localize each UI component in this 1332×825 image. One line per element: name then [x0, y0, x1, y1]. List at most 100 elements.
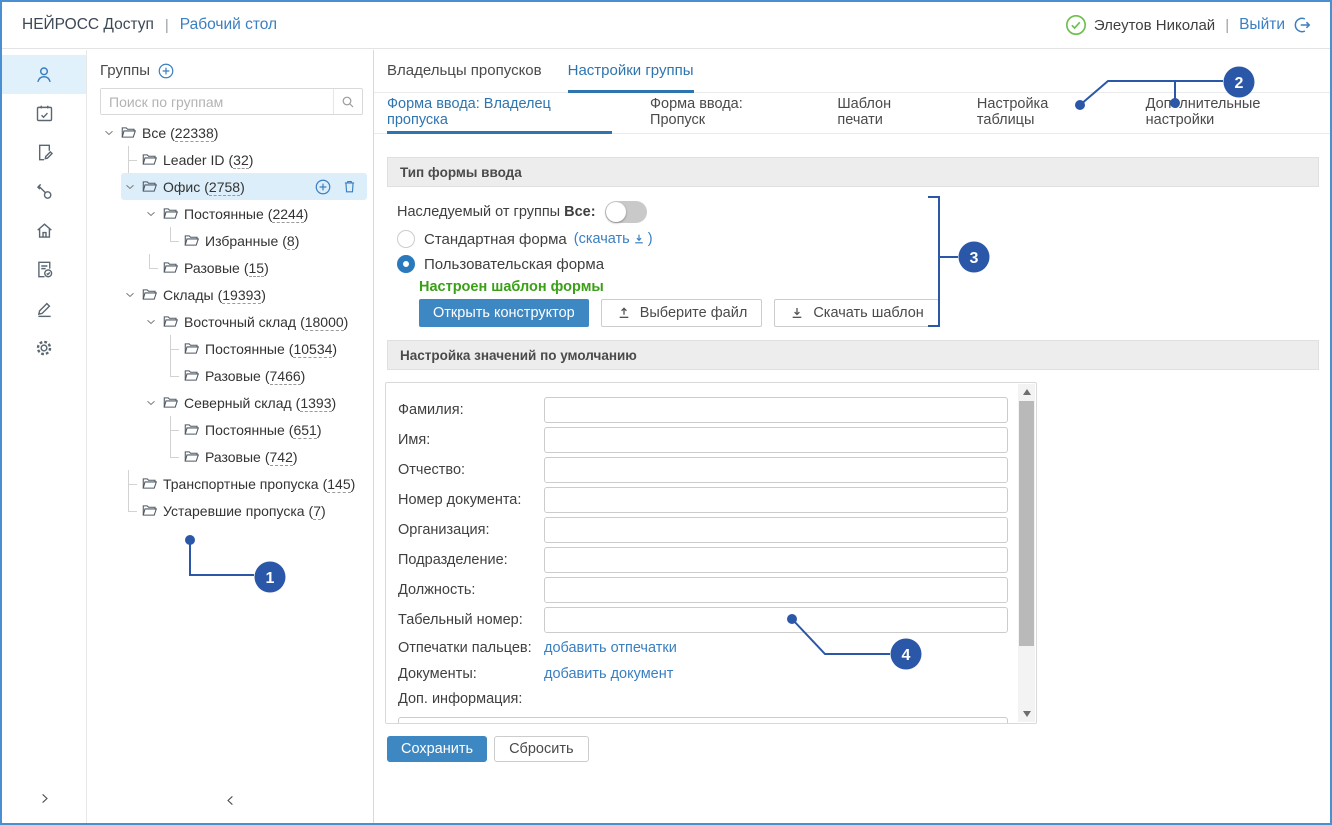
search-icon[interactable]	[333, 89, 362, 114]
scrollbar-thumb[interactable]	[1019, 401, 1034, 646]
tree-item-9[interactable]: Разовые(7466)	[163, 362, 373, 389]
subtab-0[interactable]: Форма ввода: Владелец пропуска	[387, 93, 612, 134]
group-search-input[interactable]	[101, 89, 333, 114]
sidebar-item-key[interactable]	[2, 172, 86, 211]
chevron-down-icon[interactable]	[124, 289, 136, 301]
tree-connector	[165, 227, 179, 254]
groups-tree: Все(22338)Leader ID(32)Офис(2758)Постоян…	[88, 119, 373, 524]
tree-item-6[interactable]: Склады(19393)	[121, 281, 373, 308]
subtab-2[interactable]: Шаблон печати	[837, 93, 939, 134]
calendar-icon	[34, 103, 55, 124]
form-type-body: Наследуемый от группы Все: Стандартная ф…	[397, 200, 1330, 327]
sidebar-item-signature[interactable]	[2, 289, 86, 328]
default-field-input-0[interactable]	[544, 397, 1008, 423]
inherit-toggle[interactable]	[605, 201, 647, 223]
subtab-3[interactable]: Настройка таблицы	[977, 93, 1108, 134]
folder-open-icon	[141, 151, 158, 168]
group-count: (2244)	[268, 206, 309, 222]
default-field-row: Отпечатки пальцев:добавить отпечатки	[386, 635, 1036, 661]
standard-form-label: Стандартная форма	[424, 231, 567, 248]
sidebar-item-document-check[interactable]	[2, 250, 86, 289]
workspace-link[interactable]: Рабочий стол	[180, 16, 277, 34]
header-separator: |	[165, 17, 169, 34]
group-count: (8)	[282, 233, 299, 249]
tree-connector	[165, 335, 179, 362]
group-label: Разовые	[184, 260, 240, 276]
chevron-down-icon[interactable]	[145, 208, 157, 220]
scroll-up-button[interactable]	[1018, 384, 1035, 400]
default-field-row: Должность:	[386, 575, 1036, 605]
template-status: Настроен шаблон формы	[419, 279, 1330, 295]
add-group-icon[interactable]	[157, 62, 175, 80]
add-subgroup-icon[interactable]	[314, 178, 332, 196]
tree-item-10[interactable]: Северный склад(1393)	[142, 389, 373, 416]
tree-connector	[123, 497, 137, 524]
panel-collapse-button[interactable]	[88, 793, 373, 813]
delete-group-icon[interactable]	[341, 178, 358, 195]
tree-item-7[interactable]: Восточный склад(18000)	[142, 308, 373, 335]
default-field-input-4[interactable]	[544, 517, 1008, 543]
chevron-down-icon[interactable]	[103, 127, 115, 139]
default-field-input-5[interactable]	[544, 547, 1008, 573]
download-standard-link[interactable]: (скачать)	[574, 231, 653, 247]
default-field-input-6[interactable]	[544, 577, 1008, 603]
choose-file-button[interactable]: Выберите файл	[601, 299, 763, 327]
default-field-input-3[interactable]	[544, 487, 1008, 513]
tree-connector	[123, 146, 137, 173]
tree-item-2[interactable]: Офис(2758)	[121, 173, 367, 200]
status-check-icon	[1065, 14, 1087, 36]
tree-item-3[interactable]: Постоянные(2244)	[142, 200, 373, 227]
triangle-down-icon	[1023, 711, 1031, 717]
sidebar-item-settings[interactable]	[2, 328, 86, 367]
add-document-link[interactable]: добавить документ	[544, 666, 673, 682]
home-icon	[34, 220, 55, 241]
default-field-input-7[interactable]	[544, 607, 1008, 633]
download-icon	[632, 232, 646, 246]
download-template-button[interactable]: Скачать шаблон	[774, 299, 938, 327]
custom-form-option[interactable]: Пользовательская форма	[397, 253, 1330, 275]
chevron-down-icon[interactable]	[145, 316, 157, 328]
standard-form-option[interactable]: Стандартная форма (скачать)	[397, 228, 1330, 250]
tab-1[interactable]: Настройки группы	[568, 50, 694, 93]
logout-icon[interactable]	[1292, 15, 1312, 35]
form-type-buttons: Открыть конструктор Выберите файл Скачать …	[419, 299, 1330, 327]
sidebar-item-home[interactable]	[2, 211, 86, 250]
reset-button[interactable]: Сбросить	[494, 736, 588, 762]
tree-item-11[interactable]: Постоянные(651)	[163, 416, 373, 443]
tree-item-5[interactable]: Разовые(15)	[142, 254, 373, 281]
default-field-input-2[interactable]	[544, 457, 1008, 483]
save-button[interactable]: Сохранить	[387, 736, 487, 762]
tree-item-0[interactable]: Все(22338)	[100, 119, 373, 146]
groups-panel-header: Группы	[100, 61, 373, 80]
tab-0[interactable]: Владельцы пропусков	[387, 50, 542, 93]
default-field-input-10[interactable]	[398, 717, 1008, 724]
tree-item-12[interactable]: Разовые(742)	[163, 443, 373, 470]
main-tabs: Владельцы пропусков Настройки группы	[374, 50, 1330, 93]
tree-item-1[interactable]: Leader ID(32)	[121, 146, 373, 173]
form-scrollbar[interactable]	[1018, 384, 1035, 722]
logout-link[interactable]: Выйти	[1239, 16, 1285, 34]
tree-item-4[interactable]: Избранные(8)	[163, 227, 373, 254]
sidebar-item-user[interactable]	[2, 55, 86, 94]
inherit-row: Наследуемый от группы Все:	[397, 200, 1330, 224]
tree-connector	[144, 254, 158, 281]
default-field-input-1[interactable]	[544, 427, 1008, 453]
field-label: Организация:	[398, 522, 544, 538]
chevron-down-icon[interactable]	[145, 397, 157, 409]
tree-item-13[interactable]: Транспортные пропуска(145)	[121, 470, 373, 497]
sidebar-item-calendar[interactable]	[2, 94, 86, 133]
sidebar-expand-button[interactable]	[2, 791, 87, 811]
radio-checked-icon[interactable]	[397, 255, 415, 273]
subtab-4[interactable]: Дополнительные настройки	[1146, 93, 1330, 134]
scroll-down-button[interactable]	[1018, 706, 1035, 722]
add-fingerprints-link[interactable]: добавить отпечатки	[544, 640, 677, 656]
radio-unchecked-icon[interactable]	[397, 230, 415, 248]
sidebar-item-document-edit[interactable]	[2, 133, 86, 172]
defaults-section-header: Настройка значений по умолчанию	[387, 340, 1319, 370]
open-constructor-button[interactable]: Открыть конструктор	[419, 299, 589, 327]
group-label: Постоянные	[205, 341, 285, 357]
tree-item-14[interactable]: Устаревшие пропуска(7)	[121, 497, 373, 524]
subtab-1[interactable]: Форма ввода: Пропуск	[650, 93, 799, 134]
chevron-down-icon[interactable]	[124, 181, 136, 193]
tree-item-8[interactable]: Постоянные(10534)	[163, 335, 373, 362]
